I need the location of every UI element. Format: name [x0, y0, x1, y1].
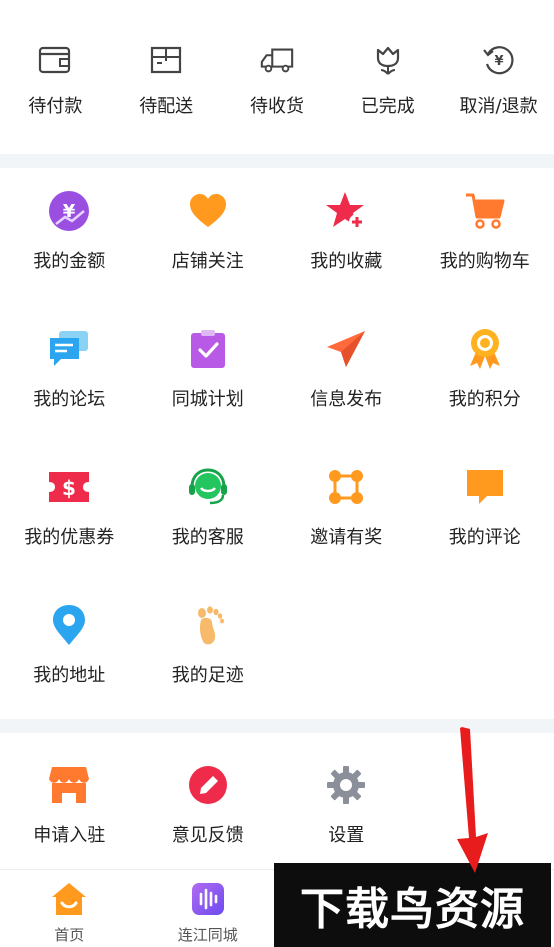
service-label: 我的金额	[33, 251, 106, 272]
coupon-icon: $	[47, 465, 91, 509]
order-pending-delivery[interactable]: 待配送	[111, 0, 222, 154]
service-my-comments[interactable]: 我的评论	[416, 444, 554, 582]
service-label: 信息发布	[310, 389, 383, 410]
service-my-footprints[interactable]: 我的足迹	[139, 582, 278, 720]
service-label: 邀请有奖	[310, 527, 383, 548]
service-label: 我的论坛	[33, 389, 106, 410]
service-label: 同城计划	[171, 389, 244, 410]
tab-label: 首页	[54, 926, 85, 944]
section-divider	[0, 154, 554, 168]
order-label: 待收货	[249, 96, 304, 117]
service-my-coupons[interactable]: $ 我的优惠券	[0, 444, 139, 582]
order-label: 已完成	[360, 96, 415, 117]
svg-text:¥: ¥	[494, 54, 503, 69]
service-label: 我的收藏	[310, 251, 383, 272]
watermark-banner: 下载鸟资源	[274, 863, 551, 947]
footprint-icon	[186, 603, 230, 647]
tool-label: 设置	[328, 825, 365, 846]
service-label: 我的评论	[448, 527, 521, 548]
order-status-row: 待付款 待配送 待收货 已完成 ¥ 取消/退款	[0, 0, 554, 154]
order-pending-receipt[interactable]: 待收货	[222, 0, 333, 154]
services-grid: ¥ 我的金额 店铺关注 我的收藏 我的购物车 我的论坛 同城计划 信息发布 我的…	[0, 168, 554, 720]
tool-feedback[interactable]: 意见反馈	[139, 733, 278, 869]
voice-icon	[189, 880, 227, 918]
service-label: 我的足迹	[171, 665, 244, 686]
order-label: 待配送	[139, 96, 194, 117]
truck-icon	[259, 42, 295, 78]
paper-plane-icon	[324, 327, 368, 371]
service-city-plan[interactable]: 同城计划	[139, 306, 278, 444]
service-invite-reward[interactable]: 邀请有奖	[277, 444, 416, 582]
heart-icon	[186, 189, 230, 233]
star-plus-icon	[324, 189, 368, 233]
order-refund[interactable]: ¥ 取消/退款	[443, 0, 554, 154]
pencil-icon	[186, 763, 230, 807]
user-center-page: 待付款 待配送 待收货 已完成 ¥ 取消/退款 ¥ 我的金额 店铺关注 我的收藏…	[0, 0, 554, 947]
service-label: 我的地址	[33, 665, 106, 686]
service-label: 我的积分	[448, 389, 521, 410]
service-my-favorites[interactable]: 我的收藏	[277, 168, 416, 306]
home-icon	[50, 880, 88, 918]
wallet-icon	[37, 42, 73, 78]
tool-settings[interactable]: 设置	[277, 733, 416, 869]
red-arrow-annotation	[457, 727, 488, 873]
yuan-coin-icon: ¥	[47, 189, 91, 233]
service-label: 我的客服	[171, 527, 244, 548]
service-my-points[interactable]: 我的积分	[416, 306, 554, 444]
cart-icon	[463, 189, 507, 233]
package-icon	[148, 42, 184, 78]
service-post-info[interactable]: 信息发布	[277, 306, 416, 444]
service-customer-service[interactable]: 我的客服	[139, 444, 278, 582]
medal-icon	[463, 327, 507, 371]
refund-icon: ¥	[481, 42, 517, 78]
service-my-forum[interactable]: 我的论坛	[0, 306, 139, 444]
service-my-address[interactable]: 我的地址	[0, 582, 139, 720]
tab-home[interactable]: 首页	[0, 870, 139, 947]
svg-text:$: $	[62, 476, 76, 500]
service-label: 店铺关注	[171, 251, 244, 272]
tab-city[interactable]: 连江同城	[139, 870, 278, 947]
service-my-balance[interactable]: ¥ 我的金额	[0, 168, 139, 306]
tab-label: 连江同城	[177, 926, 238, 944]
order-completed[interactable]: 已完成	[332, 0, 443, 154]
service-label: 我的优惠券	[24, 527, 115, 548]
nodes-icon	[324, 465, 368, 509]
order-pending-payment[interactable]: 待付款	[0, 0, 111, 154]
clipboard-check-icon	[186, 327, 230, 371]
service-shop-follow[interactable]: 店铺关注	[139, 168, 278, 306]
service-label: 我的购物车	[439, 251, 530, 272]
watermark-text: 下载鸟资源	[300, 884, 525, 935]
order-label: 待付款	[28, 96, 83, 117]
tool-label: 申请入驻	[33, 825, 106, 846]
shop-icon	[47, 763, 91, 807]
headset-icon	[186, 465, 230, 509]
tool-apply-settle[interactable]: 申请入驻	[0, 733, 139, 869]
tulip-icon	[370, 42, 406, 78]
tool-label: 意见反馈	[171, 825, 244, 846]
order-label: 取消/退款	[459, 96, 538, 117]
comment-icon	[463, 465, 507, 509]
chat-bubbles-icon	[47, 327, 91, 371]
service-my-cart[interactable]: 我的购物车	[416, 168, 554, 306]
gear-icon	[324, 763, 368, 807]
location-pin-icon	[47, 603, 91, 647]
